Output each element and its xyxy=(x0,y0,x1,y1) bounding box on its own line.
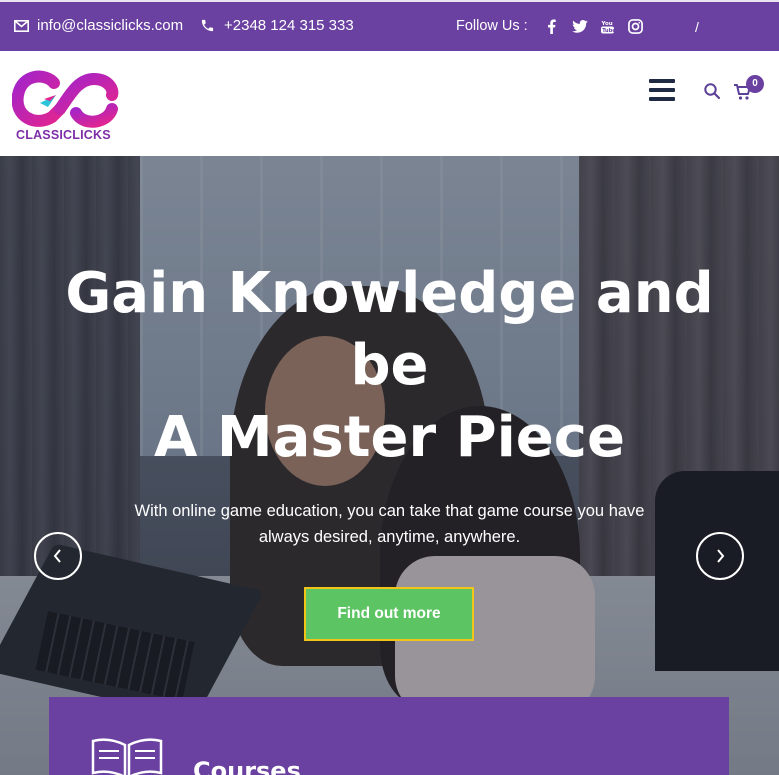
email-text[interactable]: info@classiclicks.com xyxy=(37,17,183,34)
cart-count-badge: 0 xyxy=(746,75,764,93)
mail-icon xyxy=(14,19,29,32)
instagram-icon[interactable] xyxy=(622,16,650,36)
hero-title-line: Gain Knowledge and xyxy=(65,261,714,326)
courses-card[interactable]: Courses xyxy=(49,697,729,775)
menu-toggle-button[interactable] xyxy=(649,79,675,101)
top-bar: info@classiclicks.com +2348 124 315 333 … xyxy=(0,0,779,51)
courses-title: Courses xyxy=(193,757,301,775)
hero-subtitle-line: always desired, anytime, anywhere. xyxy=(258,528,521,546)
phone-contact[interactable]: +2348 124 315 333 xyxy=(200,17,354,34)
book-icon xyxy=(91,738,163,775)
search-icon[interactable] xyxy=(703,82,721,100)
find-out-more-button[interactable]: Find out more xyxy=(304,587,474,641)
facebook-icon[interactable] xyxy=(538,16,566,36)
follow-label: Follow Us : xyxy=(456,18,528,34)
hero-title-line: A Master Piece xyxy=(154,405,625,470)
email-contact[interactable]: info@classiclicks.com xyxy=(14,17,183,34)
chevron-right-icon xyxy=(717,549,725,563)
topbar-separator: / xyxy=(695,19,699,35)
site-header: CLASSICLICKS 0 xyxy=(0,51,779,156)
hero-slider: Gain Knowledge and be A Master Piece Wit… xyxy=(0,156,779,775)
hero-subtitle: With online game education, you can take… xyxy=(100,498,679,550)
hero-title-line: be xyxy=(350,333,429,398)
logo-text: CLASSICLICKS xyxy=(16,128,111,142)
twitter-icon[interactable] xyxy=(566,16,594,36)
slider-next-button[interactable] xyxy=(696,532,744,580)
slider-prev-button[interactable] xyxy=(34,532,82,580)
svg-text:Tube: Tube xyxy=(602,28,614,34)
chevron-left-icon xyxy=(53,549,61,563)
phone-icon xyxy=(201,19,214,32)
youtube-icon[interactable]: You Tube xyxy=(594,16,622,36)
svg-text:You: You xyxy=(601,21,613,27)
social-links: Follow Us : You Tube xyxy=(456,16,650,36)
hero-subtitle-line: With online game education, you can take… xyxy=(134,502,645,520)
hero-title: Gain Knowledge and be A Master Piece xyxy=(0,258,779,474)
phone-text[interactable]: +2348 124 315 333 xyxy=(224,17,354,34)
